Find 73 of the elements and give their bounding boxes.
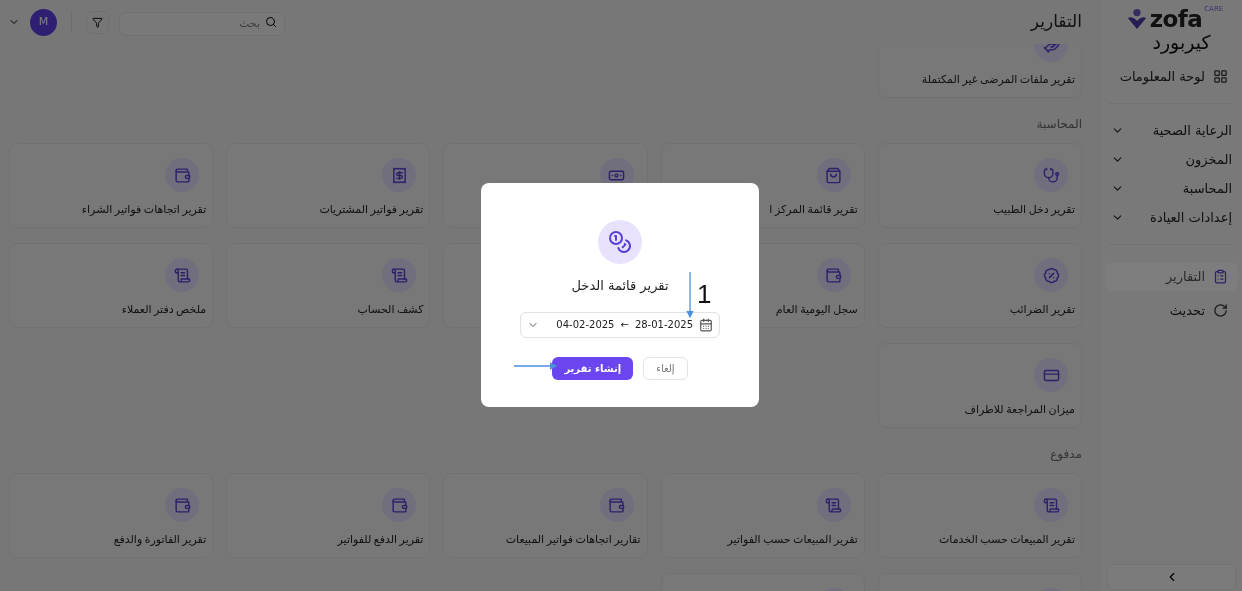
- search-icon: [265, 16, 277, 28]
- nav-group[interactable]: الرعاية الصحية: [1105, 115, 1238, 145]
- report-title: تقرير المبيعات حسب الخدمات: [938, 532, 1075, 548]
- report-title: تقرير الضرائب: [1009, 302, 1075, 318]
- report-card[interactable]: تقرير اتجاهات فواتير الشراء: [9, 143, 214, 228]
- report-title: تقرير ملفات المرضى غير المكتملة: [921, 72, 1075, 88]
- logo-word: zofa: [1149, 8, 1203, 31]
- create-report-button[interactable]: إنشاء تقرير: [552, 356, 634, 380]
- report-title: سجل اليومية العام: [775, 302, 858, 318]
- filter-icon: [92, 16, 103, 28]
- report-card[interactable]: تقرير المبيعات حسب الفواتير: [660, 473, 865, 558]
- report-card[interactable]: ميزان المراجعة للاطراف: [877, 343, 1082, 428]
- date-range-field[interactable]: 04-02-2025 ← 28-01-2025: [520, 311, 720, 338]
- coins-icon: [598, 220, 642, 264]
- annotation-arrow: [513, 362, 558, 370]
- report-title: تقرير اتجاهات فواتير الشراء: [81, 202, 207, 218]
- section-title: المحاسبة: [1035, 116, 1082, 131]
- clipboard-icon: [1213, 269, 1228, 285]
- receipt-icon: [1034, 488, 1068, 522]
- nav-group[interactable]: المخزون: [1105, 144, 1238, 174]
- section-title: مدفوع: [1049, 446, 1082, 461]
- nav-item[interactable]: تحديث: [1105, 296, 1238, 325]
- receipt-icon: [382, 158, 417, 192]
- nav-group[interactable]: إعدادات العيادة: [1105, 202, 1238, 232]
- report-title: تقرير فواتير المشتريات: [319, 202, 424, 218]
- report-title: تقارير اتجاهات فواتير المبيعات: [505, 532, 641, 548]
- nav-item[interactable]: لوحة المعلومات: [1105, 62, 1238, 91]
- wallet-icon: [165, 488, 200, 522]
- avatar[interactable]: M: [30, 8, 57, 36]
- stethoscope-icon: [1034, 158, 1068, 192]
- report-title: تقرير المبيعات حسب الفواتير: [727, 532, 858, 548]
- report-card[interactable]: تقارير اتجاهات فواتير المبيعات: [443, 473, 648, 558]
- annotation-arrow: [686, 271, 694, 319]
- report-card[interactable]: تقرير الفاتورة والدفع: [9, 473, 214, 558]
- wallet-icon: [816, 258, 851, 292]
- receipt-icon: [816, 488, 851, 522]
- filter-button[interactable]: [86, 10, 109, 34]
- nav-item[interactable]: التقارير: [1105, 262, 1238, 291]
- report-card[interactable]: كشف الحساب: [226, 243, 431, 328]
- report-card[interactable]: تقرير الضرائب: [877, 243, 1082, 328]
- report-title: ملخص دفتر العملاء: [121, 302, 207, 318]
- grid-icon: [1213, 69, 1228, 85]
- date-separator: ←: [620, 318, 629, 332]
- calendar-icon: [699, 317, 713, 332]
- report-card[interactable]: تقرير دخل الطبيب: [877, 143, 1082, 228]
- report-title: تقرير قائمة المركز ا: [769, 202, 858, 218]
- cancel-button[interactable]: إلغاء: [643, 356, 688, 380]
- wallet-icon: [599, 488, 634, 522]
- collapse-button[interactable]: [1107, 564, 1236, 590]
- wallet-icon: [382, 488, 417, 522]
- search-field[interactable]: بحث: [119, 11, 285, 36]
- report-title: ميزان المراجعة للاطراف: [964, 402, 1075, 418]
- report-title: كشف الحساب: [357, 302, 424, 318]
- percent-icon: [1034, 258, 1068, 292]
- wallet-icon: [165, 158, 200, 192]
- credit-card-icon: [1034, 358, 1068, 392]
- report-title: تقرير الفاتورة والدفع: [113, 532, 207, 548]
- brand-name: كيربورد: [1151, 31, 1212, 55]
- report-card[interactable]: ملخص دفتر العملاء: [9, 243, 214, 328]
- nav-group[interactable]: المحاسبة: [1105, 173, 1238, 203]
- receipt-icon: [165, 258, 200, 292]
- bag-icon: [816, 158, 851, 192]
- page-title: التقارير: [1029, 10, 1082, 34]
- logo-mark-icon: [1125, 8, 1148, 30]
- annotation-number: 1: [697, 279, 712, 309]
- report-card[interactable]: تقرير الدفع للفواتير: [226, 473, 431, 558]
- report-card[interactable]: تقرير فواتير المشتريات: [226, 143, 431, 228]
- report-title: تقرير دخل الطبيب: [993, 202, 1075, 218]
- refresh-icon: [1213, 303, 1228, 319]
- report-title: تقرير الدفع للفواتير: [337, 532, 424, 548]
- receipt-icon: [382, 258, 417, 292]
- report-card[interactable]: تقرير المبيعات حسب الخدمات: [877, 473, 1082, 558]
- date-to: 04-02-2025: [556, 318, 615, 332]
